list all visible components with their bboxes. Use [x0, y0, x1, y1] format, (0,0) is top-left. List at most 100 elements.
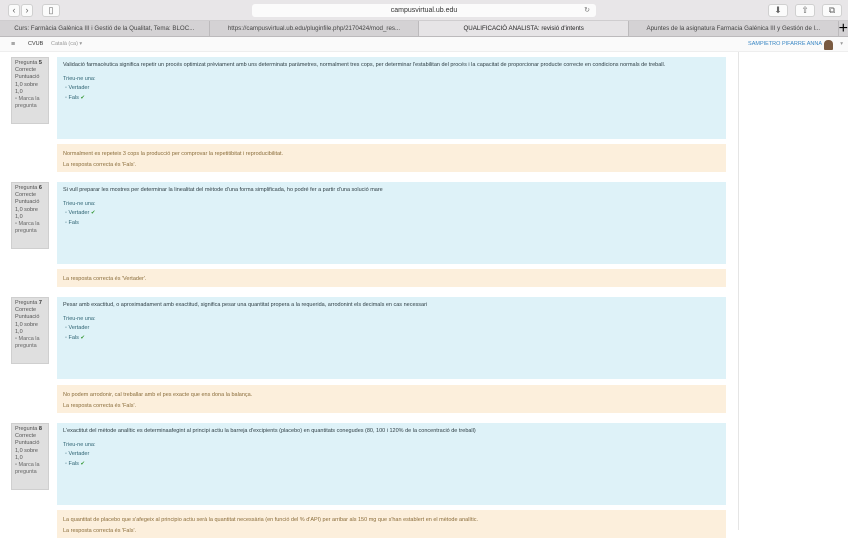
sidebar-toggle-button[interactable]: ▯ [42, 4, 60, 17]
user-menu[interactable]: SAMPIETRO PIFARRE ANNA [748, 37, 822, 52]
option-true[interactable]: ◦ Vertader [63, 451, 720, 457]
flag-label: Marca la pregunta [15, 96, 40, 110]
radio-icon[interactable]: ◦ [65, 210, 67, 216]
flag-question-link[interactable]: ▫ Marca la pregunta [15, 221, 45, 235]
flag-icon: ▫ [15, 96, 17, 103]
question-info: Pregunta 6 Correcte Puntuació 1,0 sobre … [11, 182, 49, 249]
flag-question-link[interactable]: ▫ Marca la pregunta [15, 96, 45, 110]
option-label: Fals [68, 335, 79, 341]
url-text: campusvirtual.ub.edu [390, 7, 458, 14]
radio-icon[interactable]: ◦ [65, 325, 67, 331]
score-value: 1,0 sobre 1,0 [15, 447, 38, 461]
correct-answer-text: La resposta correcta és 'Fals'. [63, 162, 137, 168]
check-icon: ✔ [80, 95, 86, 101]
option-true[interactable]: ◦ Vertader [63, 85, 720, 91]
option-false[interactable]: ◦ Fals ✔ [63, 95, 720, 101]
tab-bar: Curs: Farmàcia Galènica III i Gestió de … [0, 21, 848, 37]
question-text: L'exactitut del mètode analític es deter… [63, 428, 476, 434]
check-icon: ✔ [80, 461, 86, 467]
question-status: Correcte [15, 67, 37, 74]
option-false[interactable]: ◦ Fals [63, 220, 720, 226]
question-label: Pregunta [15, 300, 38, 306]
option-false[interactable]: ◦ Fals ✔ [63, 461, 720, 467]
option-false[interactable]: ◦ Fals ✔ [63, 335, 720, 341]
flag-label: Marca la pregunta [15, 462, 40, 476]
feedback-box: No podem arrodonir, cal treballar amb el… [57, 385, 726, 413]
answer-prompt: Trieu-ne una: [63, 201, 96, 207]
radio-icon[interactable]: ◦ [65, 220, 67, 226]
check-icon: ✔ [90, 210, 96, 216]
question-info: Pregunta 7 Correcte Puntuació 1,0 sobre … [11, 297, 49, 364]
score-value: 1,0 sobre 1,0 [15, 206, 38, 220]
question-text: Pesar amb exactitud, o aproximadament am… [63, 302, 428, 308]
answer-prompt: Trieu-ne una: [63, 442, 96, 448]
radio-icon[interactable]: ◦ [65, 85, 67, 91]
question-status: Correcte [15, 192, 37, 199]
question-text: Validació farmacèutica significa repetir… [63, 62, 666, 68]
correct-answer-text: La resposta correcta és 'Fals'. [63, 528, 137, 534]
option-label: Fals [68, 95, 79, 101]
correct-answer-text: La resposta correcta és 'Fals'. [63, 403, 137, 409]
address-bar[interactable]: campusvirtual.ub.edu ↻ [252, 4, 596, 17]
avatar[interactable] [824, 40, 833, 50]
question-content: Si vull preparar les mostres per determi… [57, 182, 726, 264]
flag-question-link[interactable]: ▫ Marca la pregunta [15, 336, 45, 350]
question-info: Pregunta 8 Correcte Puntuació 1,0 sobre … [11, 423, 49, 490]
tab-apuntes[interactable]: Apuntes de la asignatura Farmacia Galéni… [629, 21, 839, 36]
correct-answer-text: La resposta correcta és 'Vertader'. [63, 276, 147, 282]
radio-icon[interactable]: ◦ [65, 451, 67, 457]
question-number: 8 [38, 426, 42, 432]
option-label: Fals [68, 220, 79, 226]
menu-icon[interactable]: ≡ [11, 37, 15, 52]
question-content: L'exactitut del mètode analític es deter… [57, 423, 726, 505]
question-text: Si vull preparar les mostres per determi… [63, 187, 383, 193]
new-tab-icon[interactable]: + [839, 21, 848, 37]
question-number: 5 [38, 60, 42, 66]
score-value: 1,0 sobre 1,0 [15, 321, 38, 335]
feedback-box: La quantitat de placebo que s'afegeix al… [57, 510, 726, 538]
question-status: Correcte [15, 433, 37, 440]
tabs-overview-button[interactable]: ⧉ [822, 4, 842, 17]
radio-icon[interactable]: ◦ [65, 335, 67, 341]
share-button[interactable]: ⇧ [795, 4, 815, 17]
radio-icon[interactable]: ◦ [65, 461, 67, 467]
language-menu[interactable]: Català (ca) ▾ [51, 37, 82, 52]
tab-course[interactable]: Curs: Farmàcia Galènica III i Gestió de … [0, 21, 210, 36]
feedback-text: Normalment es repeteix 3 cops la producc… [63, 151, 284, 157]
brand-link[interactable]: CVUB [28, 37, 43, 52]
question-label: Pregunta [15, 185, 38, 191]
option-true[interactable]: ◦ Vertader ✔ [63, 210, 720, 216]
feedback-text: No podem arrodonir, cal treballar amb el… [63, 392, 253, 398]
score-label: Puntuació [15, 74, 40, 81]
answer-prompt: Trieu-ne una: [63, 76, 96, 82]
site-navbar: ≡ CVUB Català (ca) ▾ SAMPIETRO PIFARRE A… [0, 37, 848, 52]
tab-pluginfile[interactable]: https://campusvirtual.ub.edu/pluginfile.… [210, 21, 420, 36]
answer-prompt: Trieu-ne una: [63, 316, 96, 322]
flag-question-link[interactable]: ▫ Marca la pregunta [15, 462, 45, 476]
flag-icon: ▫ [15, 462, 17, 469]
option-label: Vertader [68, 325, 90, 331]
score-label: Puntuació [15, 314, 40, 321]
downloads-button[interactable]: ⬇ [768, 4, 788, 17]
forward-button[interactable]: › [21, 4, 33, 17]
reload-icon[interactable]: ↻ [584, 4, 590, 17]
radio-icon[interactable]: ◦ [65, 95, 67, 101]
question-content: Validació farmacèutica significa repetir… [57, 57, 726, 139]
flag-icon: ▫ [15, 221, 17, 228]
option-label: Vertader [68, 85, 90, 91]
question-label: Pregunta [15, 60, 38, 66]
tab-quiz-review[interactable]: QUALIFICACIÓ ANALISTA: revisió d'intents [419, 21, 629, 36]
option-label: Fals [68, 461, 79, 467]
question-label: Pregunta [15, 426, 38, 432]
divider [738, 52, 739, 530]
browser-toolbar: ‹ › ▯ campusvirtual.ub.edu ↻ ⬇ ⇧ ⧉ [0, 0, 848, 21]
score-label: Puntuació [15, 440, 40, 447]
option-true[interactable]: ◦ Vertader [63, 325, 720, 331]
back-button[interactable]: ‹ [8, 4, 20, 17]
option-label: Vertader [68, 451, 90, 457]
question-status: Correcte [15, 307, 37, 314]
chevron-down-icon[interactable]: ▾ [840, 37, 843, 52]
feedback-box: Normalment es repeteix 3 cops la producc… [57, 144, 726, 172]
score-label: Puntuació [15, 199, 40, 206]
question-content: Pesar amb exactitud, o aproximadament am… [57, 297, 726, 379]
